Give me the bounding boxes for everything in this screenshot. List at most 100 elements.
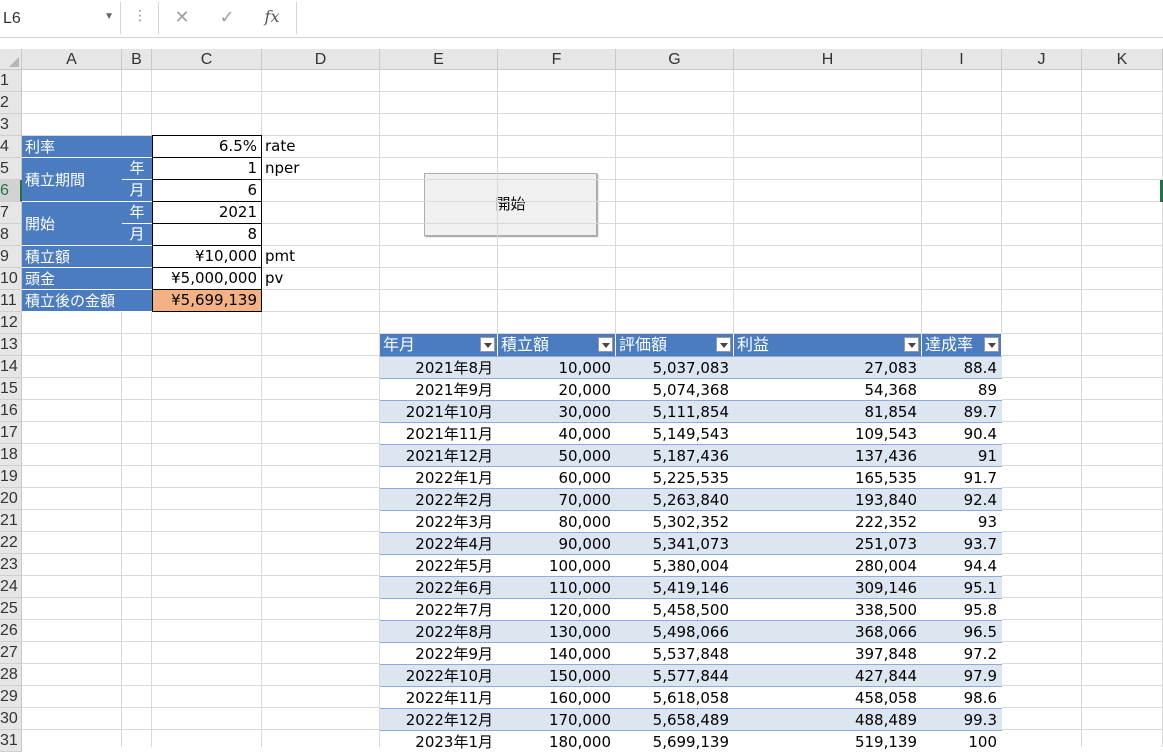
table-cell[interactable]: 5,074,368 [616,378,734,400]
table-cell[interactable]: 120,000 [498,598,616,620]
row-header-29[interactable]: 29 [0,686,22,708]
row-header-19[interactable]: 19 [0,466,22,488]
column-header-I[interactable]: I [922,49,1002,70]
row-header-14[interactable]: 14 [0,356,22,378]
table-cell[interactable]: 109,543 [734,422,922,444]
table-cell[interactable]: 2021年8月 [380,356,498,378]
table-cell[interactable]: 5,341,073 [616,532,734,554]
table-cell[interactable]: 2021年11月 [380,422,498,444]
table-cell[interactable]: 2021年9月 [380,378,498,400]
row-header-28[interactable]: 28 [0,664,22,686]
table-cell[interactable]: 2022年8月 [380,620,498,642]
table-cell[interactable]: 89 [922,378,1002,400]
row-header-15[interactable]: 15 [0,378,22,400]
table-cell[interactable]: 2022年6月 [380,576,498,598]
table-cell[interactable]: 93.7 [922,532,1002,554]
table-cell[interactable]: 5,037,083 [616,356,734,378]
table-cell[interactable]: 458,058 [734,686,922,708]
table-cell[interactable]: 5,111,854 [616,400,734,422]
row-header-21[interactable]: 21 [0,510,22,532]
row-header-18[interactable]: 18 [0,444,22,466]
column-header-G[interactable]: G [616,49,734,70]
period-year-value[interactable]: 1 [152,158,262,180]
pv-value[interactable]: ¥5,000,000 [152,268,262,290]
table-cell[interactable]: 10,000 [498,356,616,378]
fv-value[interactable]: ¥5,699,139 [152,290,262,312]
table-cell[interactable]: 5,302,352 [616,510,734,532]
table-cell[interactable]: 137,436 [734,444,922,466]
table-cell[interactable]: 5,658,489 [616,708,734,730]
table-cell[interactable]: 96.5 [922,620,1002,642]
table-cell[interactable]: 88.4 [922,356,1002,378]
row-header-25[interactable]: 25 [0,598,22,620]
row-header-9[interactable]: 9 [0,246,22,268]
column-header-C[interactable]: C [152,49,262,70]
table-cell[interactable]: 20,000 [498,378,616,400]
table-cell[interactable]: 165,535 [734,466,922,488]
table-cell[interactable]: 99.3 [922,708,1002,730]
table-cell[interactable]: 97.9 [922,664,1002,686]
row-header-7[interactable]: 7 [0,202,22,224]
row-header-26[interactable]: 26 [0,620,22,642]
table-cell[interactable]: 40,000 [498,422,616,444]
row-header-3[interactable]: 3 [0,114,22,136]
table-cell[interactable]: 81,854 [734,400,922,422]
table-cell[interactable]: 95.1 [922,576,1002,598]
column-header-B[interactable]: B [122,49,152,70]
table-header-3[interactable]: 評価額 [616,334,734,356]
table-cell[interactable]: 90.4 [922,422,1002,444]
table-cell[interactable]: 2022年10月 [380,664,498,686]
table-cell[interactable]: 70,000 [498,488,616,510]
table-cell[interactable]: 519,139 [734,730,922,752]
table-cell[interactable]: 110,000 [498,576,616,598]
table-cell[interactable]: 100,000 [498,554,616,576]
row-header-22[interactable]: 22 [0,532,22,554]
column-header-A[interactable]: A [22,49,122,70]
row-header-16[interactable]: 16 [0,400,22,422]
table-cell[interactable]: 368,066 [734,620,922,642]
table-cell[interactable]: 309,146 [734,576,922,598]
table-cell[interactable]: 251,073 [734,532,922,554]
table-cell[interactable]: 2022年1月 [380,466,498,488]
table-cell[interactable]: 91 [922,444,1002,466]
table-cell[interactable]: 60,000 [498,466,616,488]
table-cell[interactable]: 5,458,500 [616,598,734,620]
table-cell[interactable]: 95.8 [922,598,1002,620]
table-cell[interactable]: 54,368 [734,378,922,400]
table-cell[interactable]: 5,149,543 [616,422,734,444]
table-cell[interactable]: 338,500 [734,598,922,620]
row-header-12[interactable]: 12 [0,312,22,334]
column-header-K[interactable]: K [1082,49,1163,70]
table-cell[interactable]: 5,380,004 [616,554,734,576]
table-cell[interactable]: 5,225,535 [616,466,734,488]
table-cell[interactable]: 91.7 [922,466,1002,488]
table-cell[interactable]: 5,263,840 [616,488,734,510]
table-cell[interactable]: 222,352 [734,510,922,532]
table-cell[interactable]: 27,083 [734,356,922,378]
table-cell[interactable]: 150,000 [498,664,616,686]
row-header-5[interactable]: 5 [0,158,22,180]
table-cell[interactable]: 80,000 [498,510,616,532]
table-cell[interactable]: 5,699,139 [616,730,734,752]
table-cell[interactable]: 90,000 [498,532,616,554]
row-header-27[interactable]: 27 [0,642,22,664]
table-cell[interactable]: 94.4 [922,554,1002,576]
table-cell[interactable]: 2022年11月 [380,686,498,708]
period-month-value[interactable]: 6 [152,180,262,202]
table-cell[interactable]: 5,498,066 [616,620,734,642]
row-header-17[interactable]: 17 [0,422,22,444]
row-header-11[interactable]: 11 [0,290,22,312]
table-cell[interactable]: 2022年4月 [380,532,498,554]
row-header-24[interactable]: 24 [0,576,22,598]
table-cell[interactable]: 427,844 [734,664,922,686]
table-cell[interactable]: 2023年1月 [380,730,498,752]
row-header-8[interactable]: 8 [0,224,22,246]
row-header-20[interactable]: 20 [0,488,22,510]
table-cell[interactable]: 5,618,058 [616,686,734,708]
table-cell[interactable]: 2022年2月 [380,488,498,510]
table-cell[interactable]: 5,419,146 [616,576,734,598]
row-header-31[interactable]: 31 [0,730,22,752]
row-header-1[interactable]: 1 [0,70,22,92]
table-header-4[interactable]: 利益 [734,334,922,356]
start-year-value[interactable]: 2021 [152,202,262,224]
